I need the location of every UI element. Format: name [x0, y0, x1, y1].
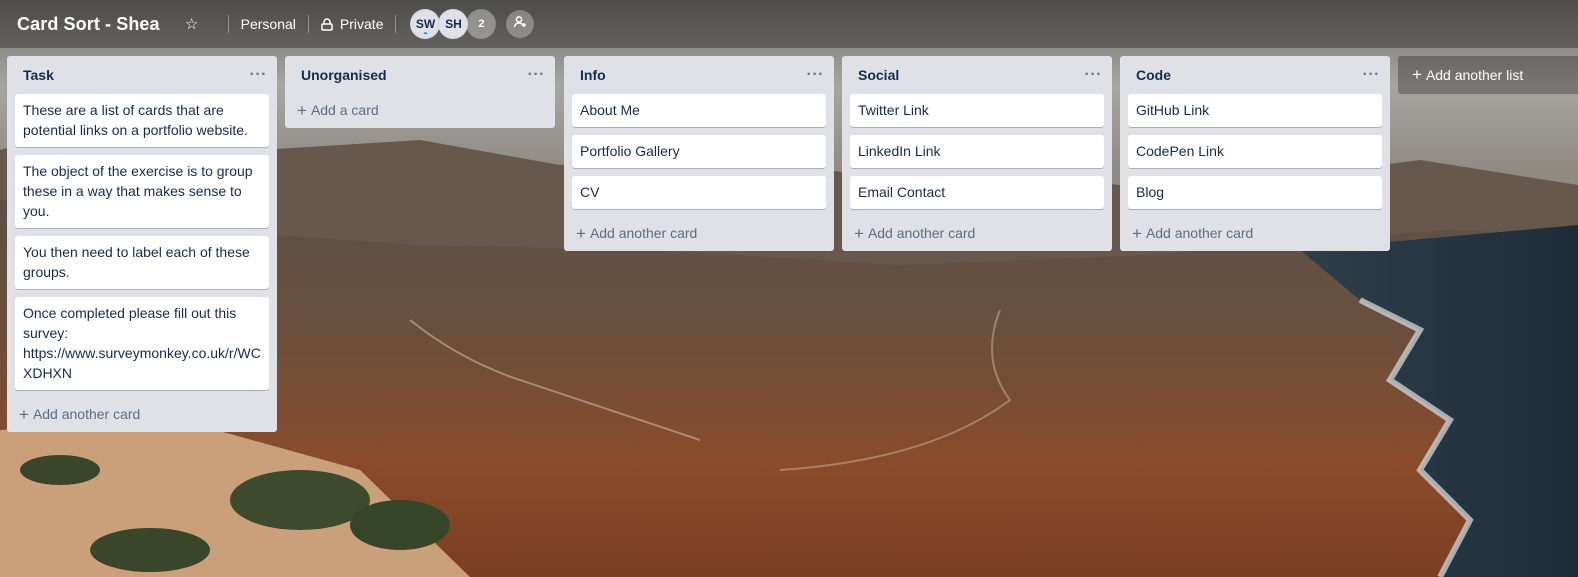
card-container: Twitter Link LinkedIn Link Email Contact	[842, 94, 1112, 209]
plus-icon: +	[1132, 223, 1142, 243]
list-title[interactable]: Unorganised	[301, 67, 387, 83]
list-code: Code ··· GitHub Link CodePen Link Blog +…	[1120, 56, 1390, 251]
list-header: Social ···	[842, 56, 1112, 94]
list-menu-icon[interactable]: ···	[528, 67, 545, 83]
card[interactable]: LinkedIn Link	[850, 135, 1104, 168]
card[interactable]: CV	[572, 176, 826, 209]
card[interactable]: GitHub Link	[1128, 94, 1382, 127]
card[interactable]: About Me	[572, 94, 826, 127]
card[interactable]: You then need to label each of these gro…	[15, 236, 269, 289]
list-header: Info ···	[564, 56, 834, 94]
member-initials: SW	[415, 17, 436, 31]
board-header: Card Sort - Shea ☆ Personal Private SW ⌃…	[0, 0, 1578, 48]
list-menu-icon[interactable]: ···	[250, 67, 267, 83]
board-title[interactable]: Card Sort - Shea	[17, 14, 160, 35]
card[interactable]: Portfolio Gallery	[572, 135, 826, 168]
lock-icon	[321, 17, 333, 31]
add-card-button[interactable]: + Add another card	[564, 217, 834, 249]
card[interactable]: These are a list of cards that are poten…	[15, 94, 269, 147]
list-title[interactable]: Social	[858, 67, 899, 83]
plus-icon: +	[576, 223, 586, 243]
list-social: Social ··· Twitter Link LinkedIn Link Em…	[842, 56, 1112, 251]
card-container: These are a list of cards that are poten…	[7, 94, 277, 390]
add-card-label: Add another card	[32, 406, 141, 422]
list-task: Task ··· These are a list of cards that …	[7, 56, 277, 432]
add-list-label: Add another list	[1425, 67, 1524, 83]
list-header: Unorganised ···	[285, 56, 555, 94]
card[interactable]: Twitter Link	[850, 94, 1104, 127]
header-divider	[307, 15, 309, 33]
star-board-button[interactable]: ☆	[182, 8, 202, 40]
list-title[interactable]: Code	[1136, 67, 1171, 83]
list-header: Task ···	[7, 56, 277, 94]
card[interactable]: CodePen Link	[1128, 135, 1382, 168]
add-card-label: Add another card	[1145, 225, 1254, 241]
add-card-button[interactable]: + Add another card	[1120, 217, 1390, 249]
list-menu-icon[interactable]: ···	[1085, 67, 1102, 83]
add-card-label: Add another card	[589, 225, 698, 241]
list-menu-icon[interactable]: ···	[807, 67, 824, 83]
admin-chevron-icon: ⌃	[422, 31, 429, 40]
member-avatar[interactable]: SW ⌃	[410, 9, 441, 40]
card-container: About Me Portfolio Gallery CV	[564, 94, 834, 209]
member-overflow-count[interactable]: 2	[466, 9, 497, 39]
visibility-button[interactable]: Private	[321, 8, 384, 40]
card-container: GitHub Link CodePen Link Blog	[1120, 94, 1390, 209]
list-title[interactable]: Info	[580, 67, 606, 83]
add-card-button[interactable]: + Add another card	[7, 398, 277, 430]
card[interactable]: Blog	[1128, 176, 1382, 209]
add-list-button[interactable]: + Add another list	[1398, 56, 1578, 94]
board-members: SW ⌃ SH 2	[410, 9, 497, 40]
team-button[interactable]: Personal	[241, 8, 296, 40]
header-divider	[227, 15, 229, 33]
card[interactable]: Email Contact	[850, 176, 1104, 209]
add-member-icon	[513, 15, 527, 34]
star-icon: ☆	[184, 16, 199, 33]
plus-icon: +	[1412, 65, 1422, 84]
list-header: Code ···	[1120, 56, 1390, 94]
list-info: Info ··· About Me Portfolio Gallery CV +…	[564, 56, 834, 251]
add-card-label: Add a card	[310, 102, 379, 118]
list-unorganised: Unorganised ··· + Add a card	[285, 56, 555, 128]
add-card-button[interactable]: + Add a card	[285, 94, 555, 126]
invite-member-button[interactable]	[506, 10, 535, 38]
add-card-button[interactable]: + Add another card	[842, 217, 1112, 249]
card[interactable]: Once completed please fill out this surv…	[15, 297, 269, 390]
member-initials: SH	[445, 17, 462, 31]
plus-icon: +	[19, 404, 29, 424]
plus-icon: +	[297, 100, 307, 120]
member-avatar[interactable]: SH	[438, 9, 469, 39]
visibility-label: Private	[339, 16, 384, 32]
card[interactable]: The object of the exercise is to group t…	[15, 155, 269, 228]
plus-icon: +	[854, 223, 864, 243]
header-divider	[395, 15, 397, 33]
list-title[interactable]: Task	[23, 67, 54, 83]
list-menu-icon[interactable]: ···	[1363, 67, 1380, 83]
add-card-label: Add another card	[867, 225, 976, 241]
